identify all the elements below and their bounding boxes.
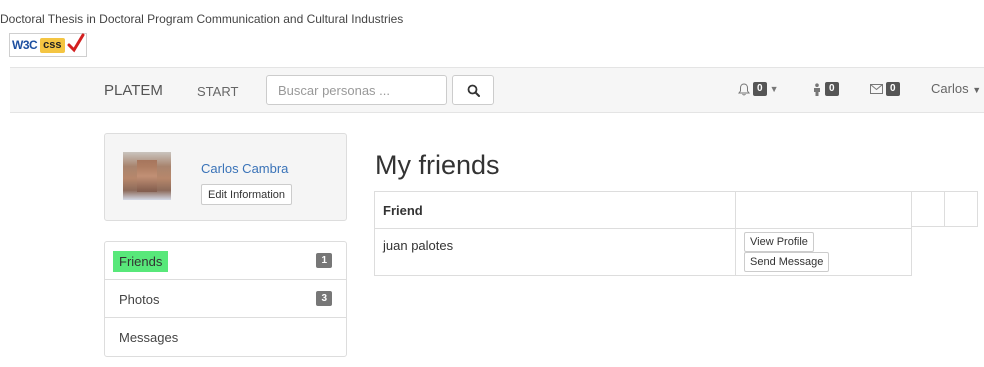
search-icon xyxy=(467,84,480,97)
envelope-icon xyxy=(870,84,883,94)
w3c-logo-text: W3C xyxy=(12,38,38,52)
search-button[interactable] xyxy=(452,75,494,105)
profile-panel: Carlos Cambra Edit Information xyxy=(104,133,347,221)
photos-count-badge: 3 xyxy=(316,291,332,306)
friends-table: Friend juan palotes View Profile Send Me… xyxy=(374,191,912,276)
table-row: juan palotes View Profile Send Message xyxy=(374,228,912,276)
menu-item-friends[interactable]: Friends 1 xyxy=(105,242,346,280)
user-menu[interactable]: Carlos ▼ xyxy=(931,81,981,96)
avatar[interactable] xyxy=(123,152,171,200)
thesis-title: Doctoral Thesis in Doctoral Program Comm… xyxy=(0,12,404,26)
menu-item-label: Friends xyxy=(113,251,169,272)
friend-actions-cell: View Profile Send Message xyxy=(735,228,912,276)
person-icon xyxy=(814,82,820,96)
search-input[interactable] xyxy=(266,75,447,105)
friend-requests-count-badge: 0 xyxy=(825,82,839,96)
menu-item-label: Photos xyxy=(119,292,160,307)
friend-column-header: Friend xyxy=(374,191,736,229)
friend-requests-menu[interactable]: 0 xyxy=(812,82,839,96)
caret-down-icon: ▼ xyxy=(972,85,982,95)
notifications-menu[interactable]: 0 ▼ xyxy=(738,82,778,96)
profile-name-link[interactable]: Carlos Cambra xyxy=(201,161,288,176)
messages-count-badge: 0 xyxy=(886,82,900,96)
view-profile-button[interactable]: View Profile xyxy=(744,232,814,252)
user-name: Carlos xyxy=(931,81,969,96)
page-title: My friends xyxy=(375,150,500,180)
brand-link[interactable]: PLATEM xyxy=(104,82,163,99)
side-menu: Friends 1 Photos 3 Messages xyxy=(104,241,347,357)
css-logo-text: css xyxy=(40,37,65,53)
nav-start-link[interactable]: START xyxy=(197,84,238,99)
actions-column-header xyxy=(735,191,912,229)
messages-menu[interactable]: 0 xyxy=(870,82,900,96)
menu-item-photos[interactable]: Photos 3 xyxy=(105,280,346,318)
caret-down-icon: ▼ xyxy=(769,84,779,94)
top-navbar: PLATEM START 0 ▼ 0 0 Carlos ▼ xyxy=(10,67,984,113)
table-extra-columns xyxy=(912,191,978,227)
menu-item-label: Messages xyxy=(119,330,179,345)
table-header-row: Friend xyxy=(374,191,912,229)
notifications-count-badge: 0 xyxy=(753,82,767,96)
friend-name: juan palotes xyxy=(374,228,736,276)
menu-item-messages[interactable]: Messages xyxy=(105,318,346,356)
friends-count-badge: 1 xyxy=(316,253,332,268)
bell-icon xyxy=(738,82,750,95)
checkmark-icon xyxy=(67,33,85,53)
send-message-button[interactable]: Send Message xyxy=(744,252,830,272)
edit-information-button[interactable]: Edit Information xyxy=(201,184,293,205)
w3c-css-badge[interactable]: W3C css xyxy=(9,33,87,57)
